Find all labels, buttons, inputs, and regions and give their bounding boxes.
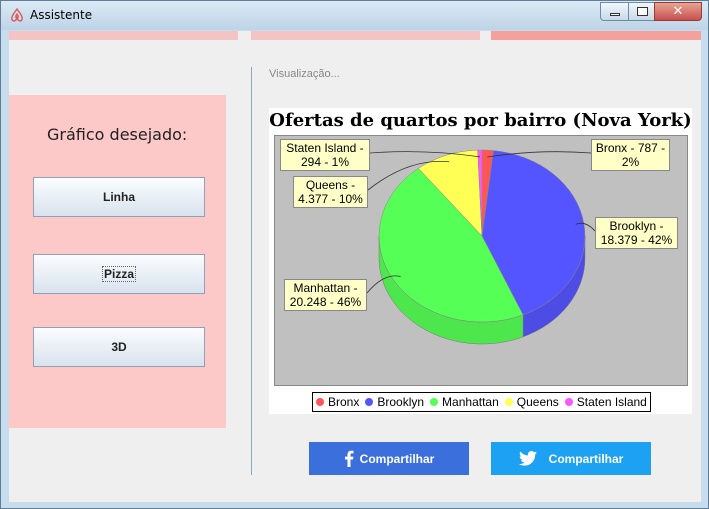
callout-manhattan: Manhattan - 20.248 - 46%: [284, 279, 367, 311]
3d-chart-button[interactable]: 3D: [33, 327, 205, 367]
maximize-button[interactable]: [628, 2, 655, 21]
legend-swatch-queens: [504, 398, 513, 406]
legend-label-brooklyn: Brooklyn: [377, 395, 425, 409]
chart-panel: Ofertas de quartos por bairro (Nova York…: [269, 108, 692, 414]
line-chart-button-label: Linha: [103, 190, 135, 204]
legend-label-bronx: Bronx: [328, 395, 360, 409]
callout-bronx-line1: Bronx - 787 -: [595, 141, 666, 155]
legend-item-staten-island: Staten Island: [564, 395, 647, 409]
close-icon: ✕: [672, 4, 684, 19]
callout-manhattan-line2: 20.248 - 46%: [289, 295, 362, 309]
maximize-icon: [637, 7, 648, 16]
chart-title: Ofertas de quartos por bairro (Nova York…: [269, 110, 692, 131]
share-twitter-button[interactable]: Compartilhar: [491, 442, 651, 475]
share-facebook-button[interactable]: Compartilhar: [309, 442, 469, 475]
callout-staten-island-line2: 294 - 1%: [300, 155, 350, 169]
twitter-icon: [518, 451, 537, 466]
callout-manhattan-line1: Manhattan -: [293, 281, 358, 295]
pie-chart-button[interactable]: Pizza: [33, 254, 205, 294]
legend-item-brooklyn: Brooklyn: [365, 395, 424, 409]
chart-legend: Bronx Brooklyn Manhattan Queens Staten Islan…: [312, 392, 651, 412]
3d-chart-button-label: 3D: [111, 340, 127, 354]
legend-item-queens: Queens: [504, 395, 559, 409]
window-content: Gráfico desejado: Linha Pizza 3D Visuali…: [9, 31, 701, 502]
minimize-button[interactable]: [600, 2, 629, 21]
legend-swatch-manhattan: [430, 398, 439, 406]
minimize-icon: [610, 13, 620, 16]
title-bar[interactable]: Assistente ✕: [1, 1, 708, 30]
legend-label-manhattan: Manhattan: [442, 395, 499, 409]
share-facebook-label: Compartilhar: [359, 451, 435, 466]
callout-queens: Queens - 4.377 - 10%: [293, 176, 368, 208]
top-stripe-right: [491, 31, 701, 40]
legend-label-queens: Queens: [516, 395, 559, 409]
facebook-icon: [344, 450, 354, 467]
callout-staten-island: Staten Island - 294 - 1%: [280, 139, 370, 171]
top-stripe-left: [9, 31, 238, 40]
callout-bronx: Bronx - 787 - 2%: [591, 139, 670, 171]
line-chart-button[interactable]: Linha: [33, 177, 205, 217]
callout-brooklyn: Brooklyn - 18.379 - 42%: [595, 217, 678, 249]
chart-type-panel: Gráfico desejado: Linha Pizza 3D: [9, 95, 226, 428]
callout-queens-line1: Queens -: [305, 178, 356, 192]
callout-brooklyn-line1: Brooklyn -: [609, 219, 664, 233]
pie-chart-button-label: Pizza: [101, 266, 136, 282]
visualization-label: Visualização...: [269, 68, 340, 80]
legend-item-manhattan: Manhattan: [430, 395, 499, 409]
legend-swatch-brooklyn: [365, 398, 374, 406]
pie-chart: [366, 149, 596, 345]
top-stripe-middle: [251, 31, 480, 40]
app-window: Assistente ✕ Gráfico desejado: Linha Piz…: [0, 0, 709, 509]
airbnb-logo-icon: [11, 7, 23, 22]
panel-divider: [251, 67, 252, 475]
legend-swatch-staten-island: [564, 398, 573, 406]
window-title: Assistente: [30, 8, 93, 22]
legend-item-bronx: Bronx: [316, 395, 359, 409]
callout-staten-island-line1: Staten Island -: [286, 141, 364, 155]
callout-brooklyn-line2: 18.379 - 42%: [600, 233, 673, 247]
callout-bronx-line2: 2%: [621, 155, 640, 169]
close-button[interactable]: ✕: [654, 2, 702, 21]
legend-label-staten-island: Staten Island: [576, 395, 647, 409]
callout-queens-line2: 4.377 - 10%: [298, 192, 363, 206]
share-twitter-label: Compartilhar: [548, 451, 624, 466]
plot-area: Staten Island - 294 - 1% Queens - 4.377 …: [274, 135, 688, 386]
chart-type-prompt: Gráfico desejado:: [47, 125, 188, 144]
legend-swatch-bronx: [316, 398, 324, 406]
